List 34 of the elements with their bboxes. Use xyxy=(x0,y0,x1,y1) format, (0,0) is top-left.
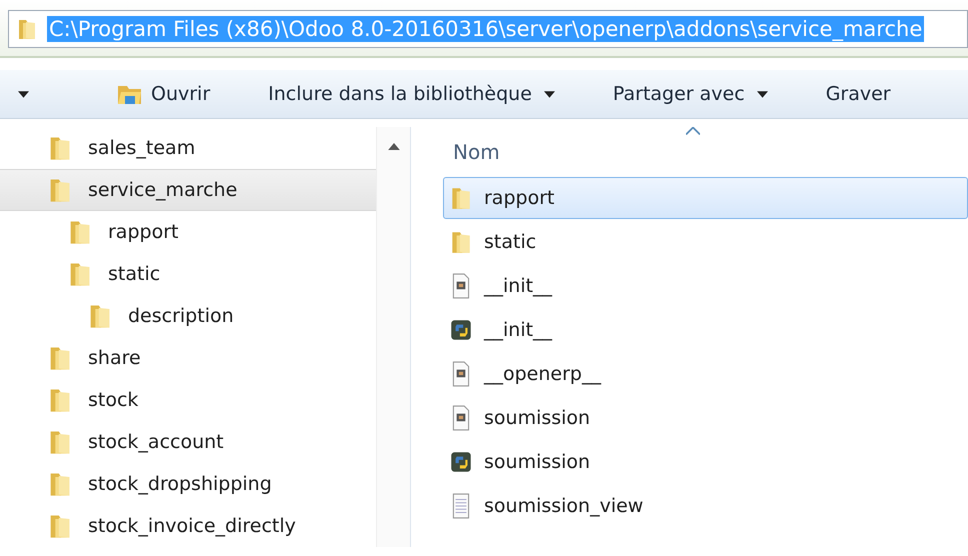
tree-item[interactable]: rapport xyxy=(0,211,376,253)
folder-icon xyxy=(17,17,37,41)
caret-icon xyxy=(756,90,768,98)
tree-item[interactable]: service_marche xyxy=(0,169,376,211)
toolbar-button[interactable]: Ouvrir xyxy=(111,78,216,110)
file-item[interactable]: soumission_view xyxy=(443,485,968,527)
file-icon xyxy=(450,405,472,431)
toolbar-button[interactable]: Partager avec xyxy=(606,79,774,109)
tree-item[interactable]: stock xyxy=(0,379,376,421)
file-item[interactable]: soumission xyxy=(443,397,968,439)
file-icon xyxy=(450,361,472,387)
file-item[interactable]: soumission xyxy=(443,441,968,483)
scrollbar[interactable] xyxy=(376,127,410,547)
file-item[interactable]: static xyxy=(443,221,968,263)
tree-item[interactable]: stock_dropshipping xyxy=(0,463,376,505)
tree-item[interactable]: stock_account xyxy=(0,421,376,463)
toolbar-button[interactable]: Inclure dans la bibliothèque xyxy=(262,79,561,109)
tree-item[interactable]: static xyxy=(0,253,376,295)
tree-item[interactable]: sales_team xyxy=(0,127,376,169)
text-file-icon xyxy=(450,493,472,519)
caret-icon xyxy=(544,90,555,98)
caret-icon[interactable] xyxy=(18,90,29,98)
scroll-up-icon[interactable] xyxy=(388,143,400,150)
toolbar-button[interactable]: Graver xyxy=(820,79,897,109)
tree-item[interactable]: description xyxy=(0,295,376,337)
file-item[interactable]: __openerp__ xyxy=(443,353,968,395)
file-item[interactable]: __init__ xyxy=(443,309,968,351)
tree-item[interactable]: stock_invoice_directly xyxy=(0,505,376,547)
file-icon xyxy=(450,273,472,299)
folder-path: C:\Program Files (x86)\Odoo 8.0-20160316\server\openerp\addons\service_marche xyxy=(47,16,924,42)
tree-item[interactable]: share xyxy=(0,337,376,379)
file-item[interactable]: rapport xyxy=(443,177,968,219)
file-item[interactable]: __init__ xyxy=(443,265,968,307)
column-header[interactable]: Nom xyxy=(443,127,968,177)
